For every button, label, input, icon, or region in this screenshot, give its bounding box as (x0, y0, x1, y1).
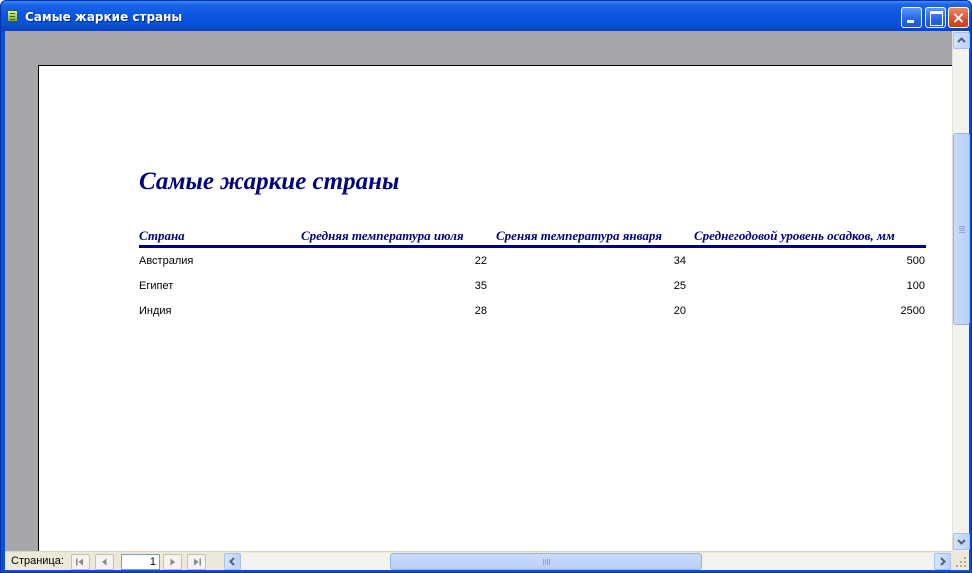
report-page: Самые жаркие страны Страна Средняя темпе… (38, 65, 952, 551)
page-label: Страница: (11, 555, 64, 567)
close-button[interactable]: × (948, 7, 969, 28)
cell-rainfall: 2500 (900, 305, 925, 317)
column-header-july-temp: Средняя температура июля (301, 228, 464, 243)
chevron-up-icon (957, 37, 966, 43)
scroll-left-button[interactable] (224, 553, 241, 570)
horizontal-scroll-thumb[interactable] (390, 553, 702, 570)
last-page-button[interactable] (187, 554, 206, 570)
column-header-country: Страна (139, 228, 185, 243)
cell-country: Индия (139, 305, 172, 317)
maximize-button[interactable] (925, 7, 946, 28)
scroll-right-button[interactable] (934, 553, 951, 570)
chevron-down-icon (957, 539, 966, 545)
cell-january: 25 (673, 280, 686, 292)
cell-january: 20 (673, 305, 686, 317)
window-title: Самые жаркие страны (25, 10, 183, 24)
cell-rainfall: 100 (906, 280, 925, 292)
vertical-scroll-thumb[interactable] (953, 133, 970, 325)
previous-page-button[interactable] (95, 554, 114, 570)
page-number-input[interactable]: 1 (121, 554, 160, 570)
title-bar[interactable]: Самые жаркие страны × (1, 1, 971, 31)
vertical-scrollbar[interactable] (952, 31, 970, 551)
report-window: Самые жаркие страны × Самые жаркие стран… (0, 0, 972, 573)
cell-july: 35 (474, 280, 487, 292)
last-page-icon (194, 558, 201, 566)
header-rule (139, 245, 926, 248)
scroll-up-button[interactable] (953, 32, 970, 49)
column-header-rainfall: Среднегодовой уровень осадков, мм (694, 228, 895, 243)
cell-country: Египет (139, 280, 174, 292)
grip-icon (959, 226, 965, 227)
cell-january: 34 (673, 255, 686, 267)
cell-rainfall: 500 (906, 255, 925, 267)
report-icon (7, 10, 18, 22)
cell-country: Австралия (139, 255, 194, 267)
horizontal-scrollbar[interactable] (224, 553, 951, 570)
cell-july: 28 (474, 305, 487, 317)
scroll-down-button[interactable] (953, 533, 970, 550)
grip-icon (543, 559, 544, 565)
navigation-bar: Страница: 1 (5, 551, 967, 570)
chevron-right-icon (940, 557, 946, 566)
report-title: Самые жаркие страны (139, 168, 400, 195)
previous-page-icon (102, 558, 107, 566)
next-page-icon (170, 558, 175, 566)
minimize-button[interactable] (901, 7, 922, 28)
preview-area: Самые жаркие страны Страна Средняя темпе… (5, 31, 970, 570)
close-icon: × (951, 8, 966, 27)
cell-july: 22 (474, 255, 487, 267)
first-page-icon (76, 558, 83, 566)
column-header-january-temp: Среняя температура января (496, 228, 662, 243)
chevron-left-icon (229, 557, 235, 566)
next-page-button[interactable] (163, 554, 182, 570)
first-page-button[interactable] (71, 554, 90, 570)
resize-grip[interactable] (952, 551, 969, 570)
